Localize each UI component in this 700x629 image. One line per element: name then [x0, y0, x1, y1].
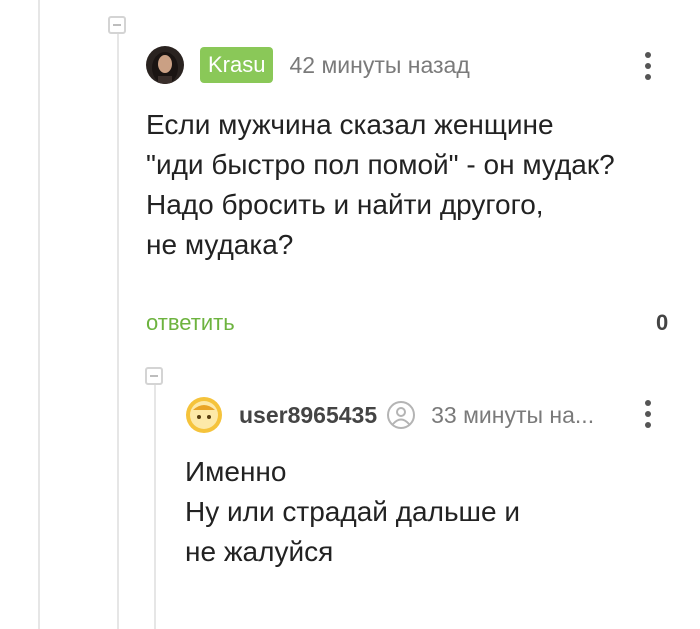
user-circle-icon	[387, 401, 416, 429]
comment-line: не мудака?	[146, 229, 294, 260]
more-vertical-icon[interactable]	[645, 52, 651, 80]
author-name[interactable]: Krasu	[200, 47, 274, 83]
thread-line	[38, 0, 40, 629]
thread-line	[154, 384, 156, 629]
comment-rating: 0	[656, 310, 669, 335]
comment-line: Надо бросить и найти другого,	[146, 189, 544, 220]
reply-button[interactable]: ответить	[146, 310, 235, 336]
comment-line: Ну или страдай дальше и	[185, 496, 520, 527]
avatar[interactable]	[185, 396, 223, 434]
comment-text: Если мужчина сказал женщине "иди быстро …	[146, 105, 615, 265]
comment-header: user8965435 33 минуты на...	[185, 396, 594, 434]
avatar[interactable]	[146, 46, 184, 84]
comment-time: 33 минуты на...	[431, 401, 595, 428]
more-vertical-icon[interactable]	[645, 400, 651, 428]
comment-line: не жалуйся	[185, 536, 334, 567]
comment-text: Именно Ну или страдай дальше и не жалуйс…	[185, 452, 520, 572]
comment-header: Krasu 42 минуты назад	[146, 46, 470, 84]
collapse-thread-button[interactable]	[108, 16, 126, 34]
comment-line: "иди быстро пол помой" - он мудак?	[146, 149, 615, 180]
collapse-thread-button[interactable]	[145, 367, 163, 385]
thread-line	[117, 32, 119, 629]
comment-time: 42 минуты назад	[289, 51, 470, 78]
comment-line: Если мужчина сказал женщине	[146, 109, 554, 140]
author-name[interactable]: user8965435	[239, 402, 377, 429]
comment-line: Именно	[185, 456, 287, 487]
